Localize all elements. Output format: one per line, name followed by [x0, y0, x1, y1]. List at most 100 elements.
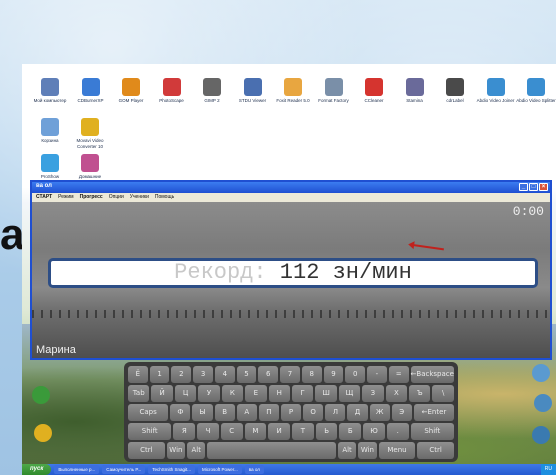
taskbar-item[interactable]: ва ол: [244, 465, 264, 474]
keyboard-key[interactable]: Ж: [369, 404, 390, 421]
keyboard-key[interactable]: 5: [236, 366, 257, 383]
keyboard-key[interactable]: Ц: [174, 385, 197, 402]
keyboard-key[interactable]: \: [432, 385, 454, 402]
desktop-icon[interactable]: Stamina: [393, 78, 437, 104]
keyboard-key[interactable]: Я: [173, 423, 196, 440]
skype-icon[interactable]: [32, 386, 50, 404]
desktop-icon[interactable]: ProShow: [28, 154, 72, 180]
keyboard-key[interactable]: С: [220, 423, 243, 440]
keyboard-key[interactable]: ←Enter: [413, 404, 455, 421]
keyboard-key[interactable]: Caps: [128, 404, 169, 421]
taskbar-item[interactable]: Выполненные р...: [54, 465, 100, 474]
menu-mode[interactable]: Режим: [58, 194, 73, 201]
gadget-icon[interactable]: [532, 364, 550, 382]
gadget-icon[interactable]: [532, 426, 550, 444]
keyboard-key[interactable]: Г: [291, 385, 314, 402]
desktop-icon[interactable]: STDU Viewer: [231, 78, 275, 104]
folder-icon[interactable]: [34, 424, 52, 442]
taskbar-item[interactable]: Microsoft Power...: [198, 465, 242, 474]
desktop-icon[interactable]: Мой компьютер: [28, 78, 72, 104]
desktop-icon[interactable]: GOM Player: [109, 78, 153, 104]
desktop-icon[interactable]: GIMP 2: [190, 78, 234, 104]
keyboard-key[interactable]: Ctrl: [128, 442, 165, 459]
menu-students[interactable]: Ученики: [130, 194, 149, 201]
keyboard-key[interactable]: Ъ: [409, 385, 431, 402]
desktop-icon[interactable]: CDBurnerXP: [69, 78, 113, 104]
keyboard-key[interactable]: У: [198, 385, 220, 402]
keyboard-key[interactable]: 0: [345, 366, 366, 383]
keyboard-key[interactable]: Win: [358, 442, 377, 459]
keyboard-key[interactable]: Щ: [338, 385, 361, 402]
keyboard-key[interactable]: О: [303, 404, 324, 421]
desktop-icon[interactable]: PhotoScape: [150, 78, 194, 104]
keyboard-key[interactable]: Ч: [197, 423, 219, 440]
keyboard-key[interactable]: Alt: [337, 442, 357, 459]
keyboard-key[interactable]: -: [367, 366, 387, 383]
keyboard-key[interactable]: Р: [280, 404, 302, 421]
keyboard-key[interactable]: Ю: [363, 423, 385, 440]
keyboard-key[interactable]: 8: [301, 366, 322, 383]
keyboard-key[interactable]: Э: [391, 404, 412, 421]
menu-progress[interactable]: Прогресс: [80, 194, 103, 201]
desktop-icon[interactable]: Foxit Reader 5.0: [271, 78, 315, 104]
keyboard-key[interactable]: .: [386, 423, 409, 440]
keyboard-key[interactable]: 6: [258, 366, 279, 383]
keyboard-key[interactable]: В: [214, 404, 235, 421]
desktop-icon[interactable]: Format Factory: [312, 78, 356, 104]
menu-options[interactable]: Опции: [109, 194, 124, 201]
keyboard-key[interactable]: Ё: [128, 366, 148, 383]
keyboard-key[interactable]: З: [362, 385, 384, 402]
desktop-icon[interactable]: Abdio Video Splitter: [514, 78, 556, 104]
menu-start[interactable]: СТАРТ: [36, 194, 52, 201]
keyboard-key[interactable]: Л: [325, 404, 346, 421]
keyboard-key[interactable]: П: [258, 404, 279, 421]
desktop-icon[interactable]: Корзина: [28, 118, 72, 144]
desktop-icon[interactable]: Movavi Video Converter 10: [68, 118, 112, 150]
keyboard-key[interactable]: 9: [323, 366, 344, 383]
keyboard-key[interactable]: М: [244, 423, 267, 440]
keyboard-key[interactable]: [207, 442, 336, 459]
keyboard-key[interactable]: Ь: [315, 423, 338, 440]
keyboard-key[interactable]: Menu: [378, 442, 416, 459]
menu-help[interactable]: Помощь: [155, 194, 174, 201]
keyboard-key[interactable]: И: [268, 423, 291, 440]
desktop-icon[interactable]: Abdio Video Joiner: [474, 78, 518, 104]
keyboard-key[interactable]: Shift: [410, 423, 455, 440]
keyboard-key[interactable]: Е: [245, 385, 267, 402]
keyboard-key[interactable]: Ф: [170, 404, 191, 421]
keyboard-key[interactable]: Ш: [315, 385, 337, 402]
keyboard-key[interactable]: Shift: [128, 423, 172, 440]
taskbar-item[interactable]: TechSmith Snagit...: [148, 465, 196, 474]
minimize-button[interactable]: _: [519, 183, 528, 191]
keyboard-key[interactable]: Win: [166, 442, 186, 459]
keyboard-key[interactable]: =: [388, 366, 409, 383]
keyboard-key[interactable]: Б: [339, 423, 362, 440]
keyboard-key[interactable]: Alt: [187, 442, 206, 459]
keyboard-key[interactable]: Tab: [128, 385, 150, 402]
keyboard-key[interactable]: 4: [214, 366, 235, 383]
keyboard-key[interactable]: Н: [268, 385, 290, 402]
keyboard-key[interactable]: Д: [347, 404, 368, 421]
keyboard-key[interactable]: К: [221, 385, 244, 402]
start-button[interactable]: пуск: [22, 464, 52, 475]
keyboard-key[interactable]: Х: [385, 385, 408, 402]
taskbar-item[interactable]: Самоучитель Р...: [102, 465, 146, 474]
maximize-button[interactable]: □: [529, 183, 538, 191]
keyboard-key[interactable]: 1: [149, 366, 170, 383]
window-titlebar[interactable]: ва ол _ □ ×: [32, 182, 550, 193]
keyboard-key[interactable]: 2: [171, 366, 192, 383]
exercise-area: 0:00 Рекорд: 112 зн/мин Марина: [32, 202, 550, 358]
keyboard-key[interactable]: А: [236, 404, 257, 421]
keyboard-key[interactable]: 7: [280, 366, 300, 383]
keyboard-key[interactable]: Й: [151, 385, 173, 402]
keyboard-key[interactable]: Ы: [192, 404, 213, 421]
desktop-icon[interactable]: CCleaner: [352, 78, 396, 104]
gadget-icon[interactable]: [534, 394, 552, 412]
close-button[interactable]: ×: [539, 183, 548, 191]
desktop-icon[interactable]: Домашние: [68, 154, 112, 180]
desktop-icon[interactable]: cdrLabel: [433, 78, 477, 104]
keyboard-key[interactable]: Т: [292, 423, 314, 440]
keyboard-key[interactable]: 3: [193, 366, 213, 383]
keyboard-key[interactable]: Ctrl: [417, 442, 455, 459]
keyboard-key[interactable]: ←Backspace: [410, 366, 454, 383]
